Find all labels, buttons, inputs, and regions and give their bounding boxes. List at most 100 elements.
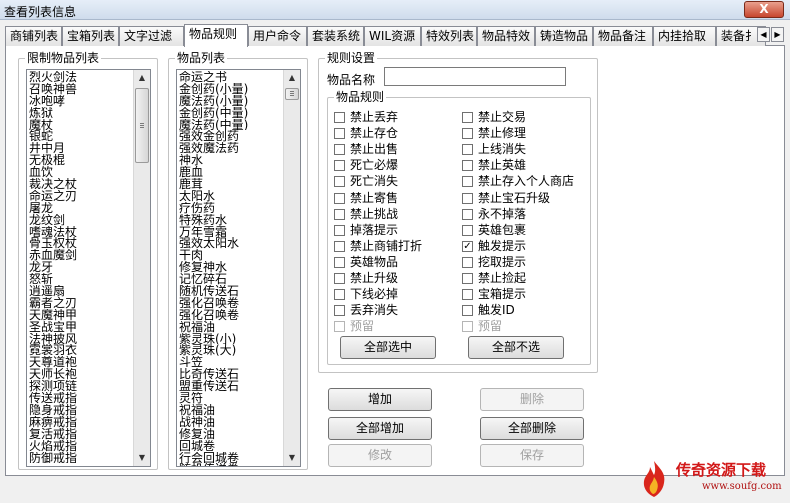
- list-item[interactable]: 魔杖: [29, 119, 132, 131]
- list-item[interactable]: 天魔神甲: [29, 309, 132, 321]
- list-item[interactable]: 逍遥扇: [29, 285, 132, 297]
- checkbox-box[interactable]: [462, 289, 473, 301]
- list-item[interactable]: 比奇传送石: [179, 368, 282, 380]
- tab-4[interactable]: 用户命令: [248, 26, 307, 46]
- checkbox-box[interactable]: [462, 144, 473, 156]
- checkbox-box[interactable]: [334, 208, 345, 220]
- list-item[interactable]: 神水: [179, 154, 282, 166]
- checkbox-box[interactable]: [334, 240, 345, 252]
- tab-2[interactable]: 文字过滤: [119, 26, 184, 46]
- checkbox-box[interactable]: [462, 321, 473, 333]
- item-list-scrollbar[interactable]: ▲ ▼: [283, 70, 300, 466]
- list-item[interactable]: 干肉: [179, 249, 282, 261]
- tab-8[interactable]: 物品特效: [477, 26, 535, 46]
- list-item[interactable]: 火焰戒指: [29, 440, 132, 452]
- list-item[interactable]: 随机传送卷: [179, 463, 282, 466]
- list-item[interactable]: 霸者之刃: [29, 297, 132, 309]
- list-item[interactable]: 强效魔法药: [179, 142, 282, 154]
- tab-5[interactable]: 套装系统: [307, 26, 364, 46]
- list-item[interactable]: 怒斩: [29, 273, 132, 285]
- scroll-down-icon[interactable]: ▼: [134, 450, 150, 466]
- checkbox-box[interactable]: [462, 256, 473, 268]
- list-item[interactable]: 赤血魔剑: [29, 249, 132, 261]
- list-item[interactable]: 天师长袍: [29, 368, 132, 380]
- list-item[interactable]: 麻痹戒指: [29, 416, 132, 428]
- checkbox-box[interactable]: [334, 160, 345, 172]
- checkbox-box[interactable]: [462, 208, 473, 220]
- restricted-items-listbox[interactable]: 烈火剑法 召唤神兽 冰咆哮 炼狱 魔杖 银蛇 井中月 无极棍 血饮 裁决之杖 命运之刃 屠龙 龙纹剑 嗜魂…: [26, 69, 151, 467]
- scrollbar-thumb[interactable]: [135, 88, 149, 163]
- list-item[interactable]: 隐身戒指: [29, 404, 132, 416]
- checkbox-box[interactable]: [462, 224, 473, 236]
- list-item[interactable]: 鹿血: [179, 166, 282, 178]
- restricted-items-scrollbar[interactable]: ▲ ▼: [133, 70, 150, 466]
- checkbox-box[interactable]: [462, 128, 473, 140]
- add-all-button[interactable]: 全部增加: [328, 417, 432, 440]
- checkbox-box[interactable]: [462, 112, 473, 123]
- checkmark-icon[interactable]: ✓: [462, 240, 473, 252]
- scroll-up-icon[interactable]: ▲: [134, 70, 150, 86]
- list-item[interactable]: 龙纹剑: [29, 214, 132, 226]
- list-item[interactable]: 命运之书: [179, 71, 282, 83]
- item-list-listbox[interactable]: 命运之书 金创药(小量) 魔法药(小量) 金创药(中量) 魔法药(中量) 强效金创药 强效魔…: [176, 69, 301, 467]
- checkbox-box[interactable]: [334, 112, 345, 123]
- list-item[interactable]: 冰咆哮: [29, 95, 132, 107]
- list-item[interactable]: 井中月: [29, 142, 132, 154]
- list-item[interactable]: 天尊道袍: [29, 356, 132, 368]
- list-item[interactable]: 修复油: [179, 428, 282, 440]
- list-item[interactable]: 紫灵珠(小): [179, 333, 282, 345]
- checkbox-box[interactable]: [334, 144, 345, 156]
- list-item[interactable]: 鹿茸: [179, 178, 282, 190]
- list-item[interactable]: 特殊药水: [179, 214, 282, 226]
- delete-all-button[interactable]: 全部删除: [480, 417, 584, 440]
- list-item[interactable]: 强效太阳水: [179, 237, 282, 250]
- checkbox-box[interactable]: [462, 160, 473, 172]
- list-item[interactable]: 炼狱: [29, 107, 132, 119]
- list-item[interactable]: 随机传送石: [179, 285, 282, 297]
- item-name-input[interactable]: [384, 67, 566, 86]
- select-all-button[interactable]: 全部选中: [340, 336, 436, 359]
- checkbox-box[interactable]: [334, 305, 345, 317]
- list-item[interactable]: 命运之刃: [29, 190, 132, 202]
- list-item[interactable]: 魔法药(中量): [179, 119, 282, 131]
- tab-10[interactable]: 物品备注: [593, 26, 653, 46]
- list-item[interactable]: 血饮: [29, 166, 132, 178]
- list-item[interactable]: 霓裳羽衣: [29, 344, 132, 357]
- checkbox-box[interactable]: [462, 176, 473, 188]
- list-item[interactable]: 战神油: [179, 416, 282, 428]
- list-item[interactable]: 强化召唤卷: [179, 309, 282, 321]
- list-item[interactable]: 无极棍: [29, 154, 132, 166]
- list-item[interactable]: 修复神水: [179, 261, 282, 273]
- list-item[interactable]: 记忆碎石: [179, 273, 282, 285]
- list-item[interactable]: 烈火剑法: [29, 71, 132, 83]
- scrollbar-thumb[interactable]: [285, 88, 299, 100]
- add-button[interactable]: 增加: [328, 388, 432, 411]
- tab-6[interactable]: WIL资源: [364, 26, 421, 46]
- scroll-up-icon[interactable]: ▲: [284, 70, 300, 86]
- tab-7[interactable]: 特效列表: [421, 26, 477, 46]
- list-item[interactable]: 灵符: [179, 392, 282, 404]
- list-item[interactable]: 探测项链: [29, 380, 132, 392]
- list-item[interactable]: 银蛇: [29, 130, 132, 143]
- list-item[interactable]: 骨玉权杖: [29, 237, 132, 250]
- checkbox-box[interactable]: [462, 305, 473, 317]
- list-item[interactable]: 圣战宝甲: [29, 321, 132, 333]
- checkbox-box[interactable]: [334, 321, 345, 333]
- checkbox-box[interactable]: [334, 224, 345, 236]
- list-item[interactable]: 裁决之杖: [29, 178, 132, 190]
- list-item[interactable]: 盟重传送石: [179, 380, 282, 392]
- tab-1[interactable]: 宝箱列表: [62, 26, 119, 46]
- list-item[interactable]: 魔法药(小量): [179, 95, 282, 107]
- list-item[interactable]: 强效金创药: [179, 130, 282, 143]
- select-none-button[interactable]: 全部不选: [468, 336, 564, 359]
- list-item[interactable]: 万年雪霜: [179, 226, 282, 238]
- list-item[interactable]: 金创药(小量): [179, 83, 282, 95]
- scroll-down-icon[interactable]: ▼: [284, 450, 300, 466]
- list-item[interactable]: 行会回城卷: [179, 452, 282, 464]
- modify-button[interactable]: 修改: [328, 444, 432, 467]
- list-item[interactable]: 法神披风: [29, 333, 132, 345]
- tab-11[interactable]: 内挂拾取: [653, 26, 716, 46]
- tab-3[interactable]: 物品规则: [184, 24, 248, 47]
- list-item[interactable]: 嗜魂法杖: [29, 226, 132, 238]
- list-item[interactable]: 紫灵珠(大): [179, 344, 282, 357]
